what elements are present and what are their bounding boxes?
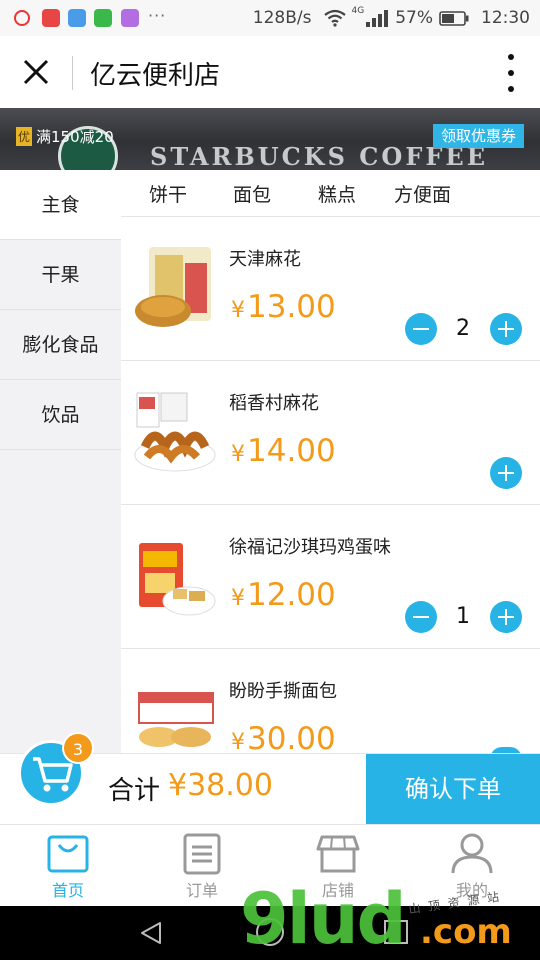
product-item[interactable]: 稻香村麻花 ¥14.00 <box>121 361 540 505</box>
sidebar-item-dried-fruit[interactable]: 干果 <box>0 240 121 310</box>
increase-quantity-button[interactable] <box>490 457 522 489</box>
app-notification-icon <box>68 9 86 27</box>
signal-icon <box>366 10 389 27</box>
sidebar-item-puffed-food[interactable]: 膨化食品 <box>0 310 121 380</box>
category-sidebar: 主食 干果 膨化食品 饮品 <box>0 170 121 753</box>
tab-bread[interactable]: 面包 <box>233 180 271 207</box>
promo-info: 优 满150减20 <box>16 126 114 147</box>
tab-biscuits[interactable]: 饼干 <box>149 180 187 207</box>
tab-label: 首页 <box>51 881 84 900</box>
decrease-quantity-button[interactable] <box>405 313 437 345</box>
product-price: ¥13.00 <box>231 289 336 325</box>
product-name: 徐福记沙琪玛鸡蛋味 <box>229 537 391 558</box>
store-banner: STARBUCKS COFFEE 优 满150减20 领取优惠券 <box>0 108 540 170</box>
more-notifications: ··· <box>148 6 167 25</box>
discount-badge: 优 <box>16 127 33 146</box>
tab-pastry[interactable]: 糕点 <box>318 180 356 207</box>
app-header: 亿云便利店 <box>0 36 540 108</box>
app-notification-icon <box>14 10 30 26</box>
user-icon <box>451 833 493 874</box>
product-price: ¥30.00 <box>231 721 336 753</box>
page-title: 亿云便利店 <box>90 61 221 91</box>
wechat-icon <box>94 9 112 27</box>
product-image <box>138 692 214 747</box>
status-bar: ··· 128B/s 4G 57% 12:30 <box>0 0 540 36</box>
app-notification-icon <box>42 9 60 27</box>
tab-label: 订单 <box>185 881 218 900</box>
wifi-icon <box>323 9 346 27</box>
watermark-domain: .com <box>420 912 512 952</box>
network-type: 4G <box>351 6 365 16</box>
quantity-value: 1 <box>456 604 470 629</box>
product-price: ¥12.00 <box>231 577 336 613</box>
total-amount: ¥38.00 <box>168 768 273 803</box>
total-label: 合计 <box>108 776 161 806</box>
close-icon[interactable] <box>18 54 54 90</box>
gallery-icon <box>121 9 139 27</box>
back-icon[interactable] <box>138 920 164 946</box>
confirm-order-button[interactable]: 确认下单 <box>366 754 540 825</box>
product-list: 天津麻花 ¥13.00 2 稻香村麻花 ¥14.00 徐福记沙琪玛鸡蛋味 ¥12… <box>121 217 540 753</box>
get-coupon-button[interactable]: 领取优惠券 <box>432 124 524 148</box>
store-icon <box>316 835 360 873</box>
quantity-value: 2 <box>456 316 470 341</box>
tab-orders[interactable]: 订单 <box>152 829 252 905</box>
product-price: ¥14.00 <box>231 433 336 469</box>
product-name: 稻香村麻花 <box>229 393 319 414</box>
battery-percent: 57% <box>395 8 433 28</box>
product-item[interactable]: 徐福记沙琪玛鸡蛋味 ¥12.00 1 <box>121 505 540 649</box>
cart-count-badge: 3 <box>62 732 94 764</box>
increase-quantity-button[interactable] <box>490 601 522 633</box>
watermark-logo: 9lud <box>240 878 407 960</box>
product-image <box>135 247 211 327</box>
clock: 12:30 <box>481 8 530 28</box>
product-item[interactable]: 天津麻花 ¥13.00 2 <box>121 217 540 361</box>
increase-quantity-button[interactable] <box>490 313 522 345</box>
order-list-icon <box>183 833 221 875</box>
home-bag-icon <box>47 835 89 873</box>
sidebar-item-staple-food[interactable]: 主食 <box>0 170 121 240</box>
more-options-icon[interactable] <box>504 54 518 92</box>
header-divider <box>72 56 73 90</box>
battery-icon <box>439 10 469 26</box>
tab-home[interactable]: 首页 <box>18 829 118 905</box>
promo-text: 满150减20 <box>36 128 114 146</box>
product-name: 盼盼手撕面包 <box>229 681 337 702</box>
product-name: 天津麻花 <box>229 249 301 270</box>
sidebar-item-drinks[interactable]: 饮品 <box>0 380 121 450</box>
decrease-quantity-button[interactable] <box>405 601 437 633</box>
tab-instant-noodles[interactable]: 方便面 <box>394 180 451 207</box>
subcategory-tabs: 饼干 面包 糕点 方便面 <box>121 170 540 217</box>
product-image <box>139 543 216 616</box>
cart-bar: 3 合计 ¥38.00 确认下单 <box>0 732 540 825</box>
product-item[interactable]: 盼盼手撕面包 ¥30.00 <box>121 649 540 753</box>
product-image <box>134 392 216 472</box>
network-speed: 128B/s <box>252 8 312 28</box>
